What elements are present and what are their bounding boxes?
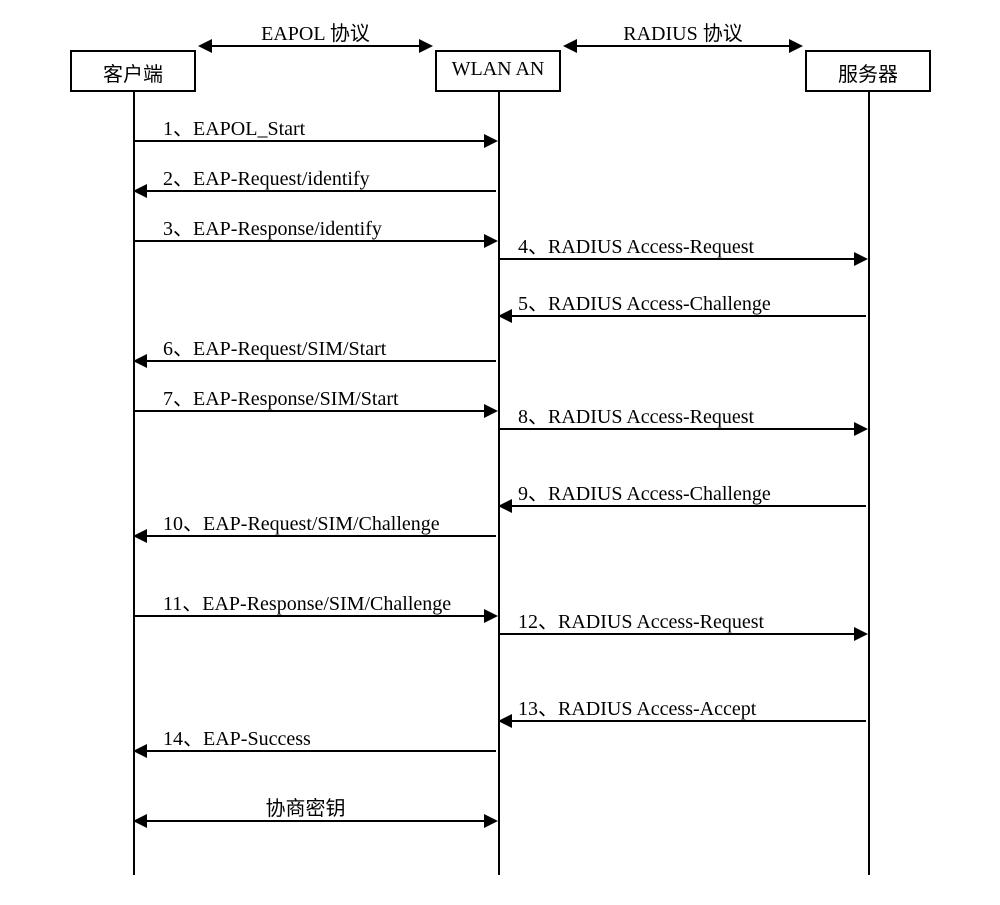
message-label-1: 1、EAPOL_Start	[163, 112, 305, 141]
message-label-10: 10、EAP-Request/SIM/Challenge	[163, 507, 440, 536]
protocol-label-1: RADIUS 协议	[603, 17, 763, 46]
arrowhead-left-icon	[498, 309, 512, 323]
arrowhead-left-icon	[133, 184, 147, 198]
message-label-2: 2、EAP-Request/identify	[163, 162, 370, 191]
arrowhead-right-icon	[789, 39, 803, 53]
message-label-5: 5、RADIUS Access-Challenge	[518, 287, 771, 316]
arrowhead-right-icon	[484, 814, 498, 828]
arrowhead-right-icon	[484, 134, 498, 148]
arrowhead-right-icon	[484, 609, 498, 623]
bidir-label-0: 协商密钥	[266, 792, 346, 821]
arrowhead-right-icon	[419, 39, 433, 53]
protocol-arrow-1	[565, 45, 801, 47]
arrowhead-right-icon	[854, 252, 868, 266]
arrowhead-left-icon	[498, 499, 512, 513]
lifeline-server	[868, 92, 870, 875]
message-label-8: 8、RADIUS Access-Request	[518, 400, 754, 429]
message-label-12: 12、RADIUS Access-Request	[518, 605, 764, 634]
arrowhead-left-icon	[198, 39, 212, 53]
arrowhead-left-icon	[563, 39, 577, 53]
arrowhead-right-icon	[854, 422, 868, 436]
message-label-9: 9、RADIUS Access-Challenge	[518, 477, 771, 506]
participant-server: 服务器	[805, 50, 931, 92]
arrowhead-right-icon	[854, 627, 868, 641]
arrowhead-right-icon	[484, 404, 498, 418]
participant-wlan_an: WLAN AN	[435, 50, 561, 92]
arrowhead-right-icon	[484, 234, 498, 248]
message-label-6: 6、EAP-Request/SIM/Start	[163, 332, 386, 361]
arrowhead-left-icon	[133, 814, 147, 828]
arrowhead-left-icon	[133, 354, 147, 368]
message-label-13: 13、RADIUS Access-Accept	[518, 692, 756, 721]
arrowhead-left-icon	[133, 529, 147, 543]
protocol-label-0: EAPOL 协议	[236, 17, 396, 46]
lifeline-wlan_an	[498, 92, 500, 875]
protocol-arrow-0	[200, 45, 431, 47]
participant-client: 客户端	[70, 50, 196, 92]
message-label-3: 3、EAP-Response/identify	[163, 212, 382, 241]
message-label-11: 11、EAP-Response/SIM/Challenge	[163, 587, 451, 616]
message-label-4: 4、RADIUS Access-Request	[518, 230, 754, 259]
message-label-7: 7、EAP-Response/SIM/Start	[163, 382, 399, 411]
arrowhead-left-icon	[498, 714, 512, 728]
arrowhead-left-icon	[133, 744, 147, 758]
message-label-14: 14、EAP-Success	[163, 722, 311, 751]
